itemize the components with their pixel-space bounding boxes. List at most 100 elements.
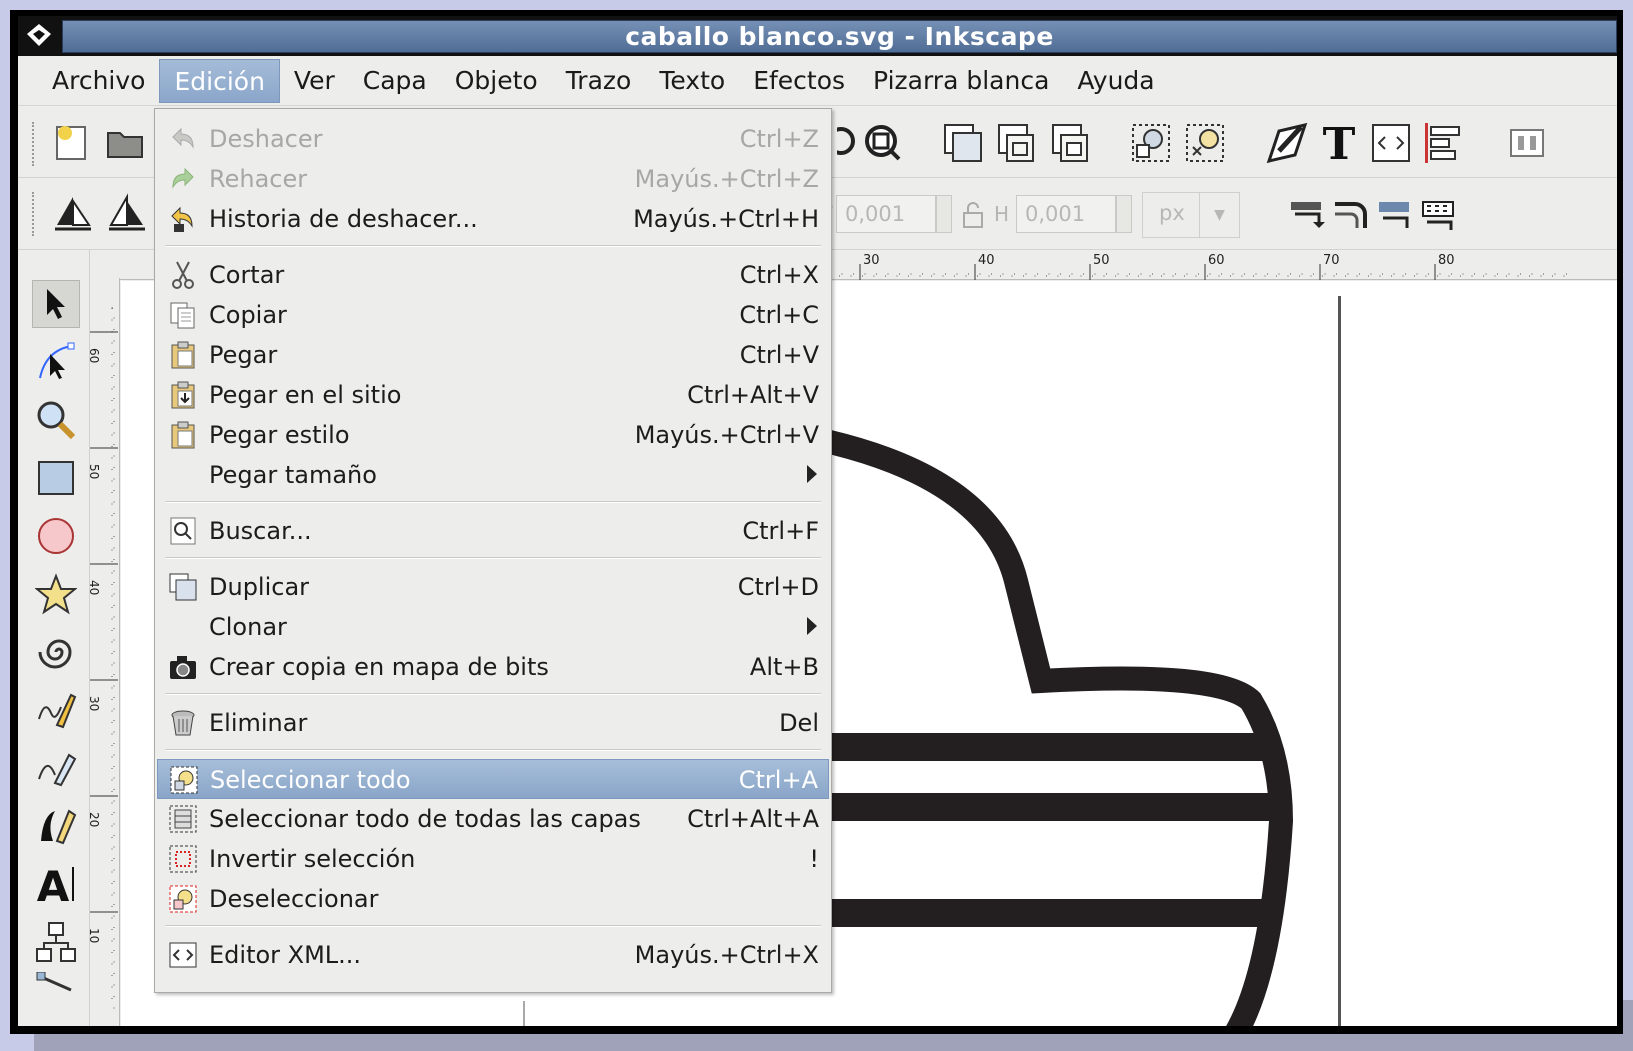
ruler-tick-label: 30 [90,696,101,711]
menu-item-seleccionar-todo[interactable]: Seleccionar todo Ctrl+A [157,759,829,799]
xml-editor-toolbar-icon[interactable] [1368,120,1414,166]
toolbar-grip[interactable] [32,122,38,166]
menu-objeto[interactable]: Objeto [441,59,552,103]
ruler-tick-label: 80 [1438,253,1455,268]
window-menu-icon[interactable] [24,22,54,50]
ruler-tick-label: 60 [1208,253,1225,268]
scale-stroke-icon[interactable] [1284,192,1330,238]
svg-text:T: T [1323,121,1356,165]
star-tool-icon[interactable] [32,570,80,618]
camera-icon [167,651,199,683]
clone-toolbar-icon[interactable] [994,120,1040,166]
move-gradients-icon[interactable] [1372,192,1418,238]
align-distribute-icon[interactable] [1420,120,1466,166]
menu-item-invertir-seleccion[interactable]: Invertir selección ! [157,839,829,879]
connector-tool-icon[interactable] [32,918,80,966]
vertical-ruler-ticks: 60 50 40 30 20 10 [90,307,118,1009]
menu-item-deseleccionar[interactable]: Deseleccionar [157,879,829,919]
menu-item-eliminar[interactable]: Eliminar Del [157,703,829,743]
height-spin-buttons[interactable] [1116,195,1132,233]
menu-item-historia-de-deshacer[interactable]: Historia de deshacer... Mayús.+Ctrl+H [157,199,829,239]
zoom-tool-icon[interactable] [32,396,80,444]
rectangle-tool-icon[interactable] [32,454,80,502]
menu-texto[interactable]: Texto [645,59,739,103]
copy-icon [167,299,199,331]
menu-item-editor-xml[interactable]: Editor XML... Mayús.+Ctrl+X [157,935,829,975]
menu-item-pegar-en-el-sitio[interactable]: Pegar en el sitio Ctrl+Alt+V [157,375,829,415]
width-spin-buttons[interactable] [936,195,952,233]
move-patterns-icon[interactable] [1416,192,1462,238]
spiral-tool-icon[interactable] [32,628,80,676]
ellipse-tool-icon[interactable] [32,512,80,560]
ruler-tick-label: 40 [90,580,101,595]
deselect-icon [167,883,199,915]
trash-icon [167,707,199,739]
ungroup-icon[interactable] [1182,120,1228,166]
scale-corners-icon[interactable] [1328,192,1374,238]
menu-item-crear-copia-en-mapa-de-bits[interactable]: Crear copia en mapa de bits Alt+B [157,647,829,687]
menu-ayuda[interactable]: Ayuda [1063,59,1168,103]
calligraphy-tool-icon[interactable] [32,802,80,850]
menu-ver[interactable]: Ver [280,59,349,103]
unit-select[interactable]: px ▼ [1142,192,1240,238]
menu-item-deshacer[interactable]: Deshacer Ctrl+Z [157,119,829,159]
duplicate-toolbar-icon[interactable] [940,120,986,166]
menu-item-rehacer[interactable]: Rehacer Mayús.+Ctrl+Z [157,159,829,199]
edit-menu-dropdown: Deshacer Ctrl+Z Rehacer Mayús.+Ctrl+Z Hi… [154,108,832,993]
select-all-layers-icon [167,803,199,835]
chevron-down-icon: ▼ [1199,193,1239,237]
group-icon[interactable] [1128,120,1174,166]
menu-separator [165,557,821,559]
paste-icon [167,339,199,371]
menu-item-seleccionar-todo-de-todas-las-capas[interactable]: Seleccionar todo de todas las capas Ctrl… [157,799,829,839]
menu-separator [165,245,821,247]
menu-archivo[interactable]: Archivo [38,59,159,103]
vertical-ruler[interactable]: 60 50 40 30 20 10 [90,278,120,1026]
open-folder-icon[interactable] [102,120,148,166]
menu-item-pegar[interactable]: Pegar Ctrl+V [157,335,829,375]
menu-item-buscar[interactable]: Buscar... Ctrl+F [157,511,829,551]
fill-stroke-icon[interactable] [1264,120,1310,166]
ruler-tick-label: 50 [90,464,101,479]
menu-item-pegar-tamano[interactable]: Pegar tamaño [157,455,829,495]
menu-capa[interactable]: Capa [349,59,441,103]
menu-edicion[interactable]: Edición [159,58,280,103]
menu-pizarra-blanca[interactable]: Pizarra blanca [859,59,1063,103]
menu-trazo[interactable]: Trazo [552,59,646,103]
node-tool-icon[interactable] [32,338,80,386]
text-font-icon[interactable]: T [1316,120,1362,166]
menu-item-pegar-estilo[interactable]: Pegar estilo Mayús.+Ctrl+V [157,415,829,455]
find-icon [167,515,199,547]
rotate-ccw-icon[interactable] [50,190,96,236]
menu-item-cortar[interactable]: Cortar Ctrl+X [157,255,829,295]
unlink-clone-icon[interactable] [1048,120,1094,166]
pencil-tool-icon[interactable] [32,686,80,734]
menu-item-copiar[interactable]: Copiar Ctrl+C [157,295,829,335]
height-input[interactable]: 0,001 [1016,195,1116,233]
window-frame: caballo blanco.svg - Inkscape Archivo Ed… [10,10,1623,1034]
text-tool-icon[interactable]: A [32,860,80,908]
preferences-icon[interactable] [1504,120,1550,166]
xml-editor-icon [167,939,199,971]
selector-tool-icon[interactable] [32,280,80,328]
new-document-icon[interactable] [48,120,94,166]
menu-item-duplicar[interactable]: Duplicar Ctrl+D [157,567,829,607]
rotate-cw-icon[interactable] [104,190,150,236]
inkscape-window: caballo blanco.svg - Inkscape Archivo Ed… [18,16,1617,1026]
menu-efectos[interactable]: Efectos [739,59,859,103]
ruler-tick-label: 50 [1093,253,1110,268]
lock-icon[interactable] [958,192,988,238]
menu-item-clonar[interactable]: Clonar [157,607,829,647]
gradient-tool-icon[interactable] [32,972,80,1002]
zoom-page-icon[interactable] [860,120,906,166]
window-title: caballo blanco.svg - Inkscape [625,22,1054,51]
menu-separator [165,693,821,695]
title-bar[interactable]: caballo blanco.svg - Inkscape [18,16,1617,56]
pen-tool-icon[interactable] [32,744,80,792]
toolbar-grip[interactable] [32,192,38,236]
ruler-tick-label: 10 [90,928,101,943]
duplicate-icon [167,571,199,603]
ruler-tick-label: 30 [863,253,880,268]
paste-style-icon [167,419,199,451]
width-input[interactable]: 0,001 [836,195,936,233]
